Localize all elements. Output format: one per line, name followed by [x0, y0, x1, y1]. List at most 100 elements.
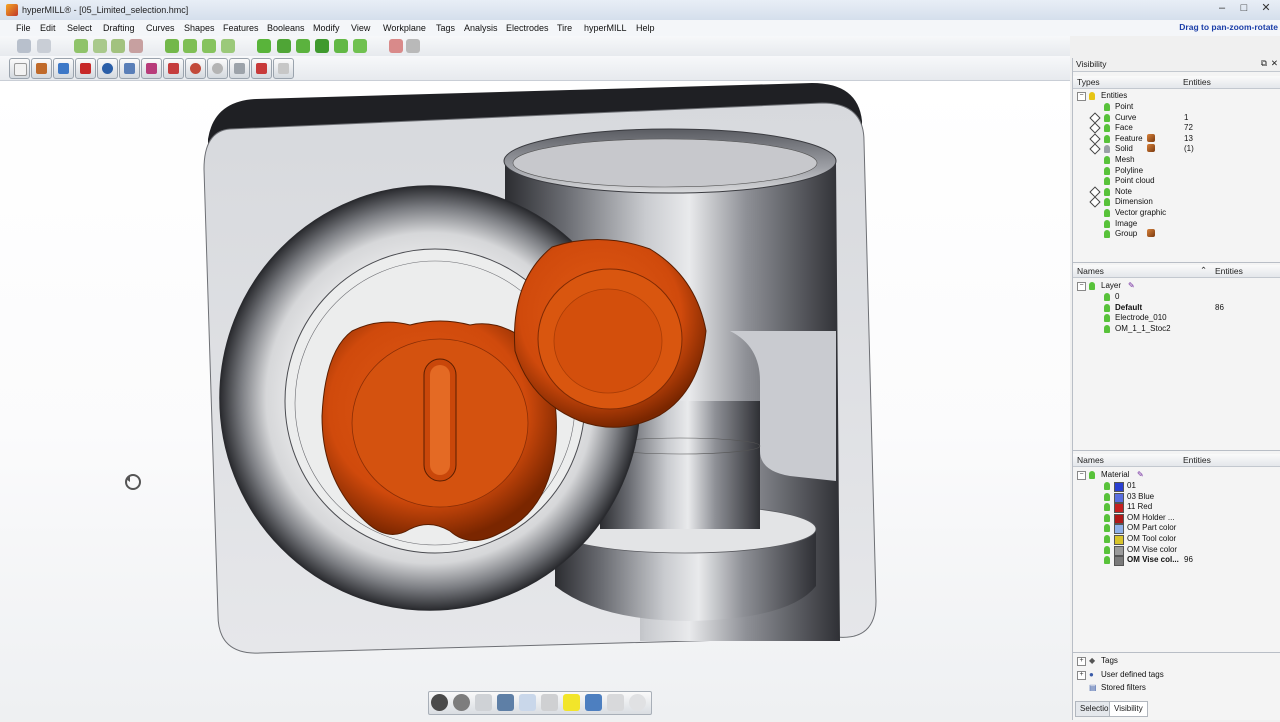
coordinate-icon[interactable]	[541, 694, 558, 711]
highlight-icon[interactable]	[563, 694, 580, 711]
bulb-icon[interactable]	[1104, 314, 1110, 323]
zoom-in-icon[interactable]	[93, 39, 107, 53]
bulb-icon[interactable]	[1104, 535, 1110, 543]
workplane-icon[interactable]	[389, 39, 403, 53]
type-row[interactable]: Vector graphic	[1073, 208, 1280, 219]
bulb-icon[interactable]	[1089, 92, 1095, 100]
zoom-selection-icon[interactable]	[183, 39, 197, 53]
view-left-icon[interactable]	[334, 39, 348, 53]
bulb-icon[interactable]	[1104, 503, 1110, 512]
bulb-icon[interactable]	[1104, 187, 1110, 196]
bulb-icon[interactable]	[1104, 134, 1110, 143]
menu-tags[interactable]: Tags	[436, 23, 455, 33]
repeat-icon[interactable]	[229, 58, 250, 79]
expand-toggle-icon[interactable]	[1089, 122, 1101, 134]
bulb-icon[interactable]	[1104, 166, 1110, 175]
bulb-icon[interactable]	[1104, 124, 1110, 133]
materials-col-entities[interactable]: Entities	[1183, 455, 1211, 465]
bulb-icon[interactable]	[1104, 524, 1110, 533]
tab-visibility[interactable]: Visibility	[1109, 701, 1148, 717]
panel-splitter[interactable]	[1073, 450, 1280, 451]
bulb-icon[interactable]	[1104, 303, 1110, 312]
menu-electrodes[interactable]: Electrodes	[506, 23, 549, 33]
material-row[interactable]: OM Vise color	[1073, 545, 1280, 556]
menu-shapes[interactable]: Shapes	[184, 23, 215, 33]
type-row[interactable]: Note	[1073, 186, 1280, 198]
model-canvas[interactable]	[0, 81, 1070, 720]
bulb-icon[interactable]	[1104, 103, 1110, 111]
panel-close-icon[interactable]: ✕	[1271, 58, 1278, 69]
collapse-icon[interactable]: −	[1077, 282, 1086, 291]
import-icon[interactable]	[75, 58, 96, 79]
zoom-out-icon[interactable]	[111, 39, 125, 53]
menu-modify[interactable]: Modify	[313, 23, 340, 33]
layers-root[interactable]: − Layer ✎	[1073, 281, 1280, 292]
shading-icon[interactable]	[97, 58, 118, 79]
select-lasso-icon[interactable]	[37, 39, 51, 53]
measure-tool-icon[interactable]	[585, 694, 602, 711]
rotate-mode-icon[interactable]	[453, 694, 470, 711]
sort-icon[interactable]: ⌃	[1200, 265, 1207, 276]
bulb-icon[interactable]	[1089, 471, 1095, 479]
panel-splitter[interactable]	[1073, 652, 1280, 653]
type-row[interactable]: Face 72	[1073, 122, 1280, 134]
menu-view[interactable]: View	[351, 23, 370, 33]
menu-edit[interactable]: Edit	[40, 23, 56, 33]
open-file-icon[interactable]	[31, 58, 52, 79]
types-root[interactable]: − Entities	[1073, 91, 1280, 102]
menu-features[interactable]: Features	[223, 23, 259, 33]
shaded-mode-icon[interactable]	[431, 694, 448, 711]
layer-row[interactable]: Default 86	[1073, 303, 1280, 314]
menu-tire[interactable]: Tire	[557, 23, 572, 33]
menu-curves[interactable]: Curves	[146, 23, 175, 33]
bulb-icon[interactable]	[1104, 113, 1110, 122]
type-row[interactable]: Group	[1073, 229, 1280, 240]
type-row[interactable]: Curve 1	[1073, 111, 1280, 124]
draw-icon[interactable]	[497, 694, 514, 711]
new-file-icon[interactable]	[9, 58, 30, 79]
view-iso-icon[interactable]	[257, 39, 271, 53]
layer-row[interactable]: 0	[1073, 292, 1280, 303]
material-row[interactable]: 11 Red	[1073, 502, 1280, 514]
undo-icon[interactable]	[185, 58, 206, 79]
solid-view-icon[interactable]	[251, 58, 272, 79]
bulb-icon[interactable]	[1104, 219, 1110, 228]
bulb-icon[interactable]	[1104, 230, 1110, 239]
menu-workplane[interactable]: Workplane	[383, 23, 426, 33]
bulb-icon[interactable]	[1104, 492, 1110, 501]
menu-analysis[interactable]: Analysis	[464, 23, 498, 33]
bulb-icon[interactable]	[1104, 556, 1110, 565]
menu-help[interactable]: Help	[636, 23, 655, 33]
brush-icon[interactable]: ✎	[1128, 281, 1135, 290]
type-row[interactable]: Dimension	[1073, 196, 1280, 209]
materials-col-names[interactable]: Names	[1077, 455, 1104, 465]
maximize-icon[interactable]: □	[1236, 2, 1252, 15]
view-bottom-icon[interactable]	[353, 39, 367, 53]
type-row[interactable]: Polyline	[1073, 166, 1280, 177]
layers-col-entities[interactable]: Entities	[1215, 266, 1243, 276]
info-icon[interactable]	[273, 58, 294, 79]
type-row[interactable]: Solid (1)	[1073, 143, 1280, 156]
select-window-icon[interactable]	[17, 39, 31, 53]
bulb-icon[interactable]	[1104, 177, 1110, 186]
menu-hypermill[interactable]: hyperMILL	[584, 23, 627, 33]
minimize-icon[interactable]: –	[1214, 2, 1230, 15]
layers-col-names[interactable]: Names	[1077, 266, 1104, 276]
collapse-icon[interactable]: −	[1077, 471, 1086, 480]
material-row[interactable]: OM Part color	[1073, 523, 1280, 535]
view-top-icon[interactable]	[277, 39, 291, 53]
material-row[interactable]: OM Holder ...	[1073, 513, 1280, 524]
measure-icon[interactable]	[163, 58, 184, 79]
material-row[interactable]: OM Tool color	[1073, 534, 1280, 545]
close-icon[interactable]: ✕	[1258, 2, 1274, 15]
zoom-window-icon[interactable]	[74, 39, 88, 53]
bulb-icon[interactable]	[1104, 482, 1110, 490]
material-row[interactable]: OM Vise col... 96	[1073, 555, 1280, 567]
material-row[interactable]: 01	[1073, 481, 1280, 492]
menu-file[interactable]: File	[16, 23, 31, 33]
layer-row[interactable]: Electrode_010	[1073, 313, 1280, 324]
bulb-icon[interactable]	[1104, 198, 1110, 207]
types-col-types[interactable]: Types	[1077, 77, 1100, 87]
menu-select[interactable]: Select	[67, 23, 92, 33]
bulb-icon[interactable]	[1104, 513, 1110, 522]
